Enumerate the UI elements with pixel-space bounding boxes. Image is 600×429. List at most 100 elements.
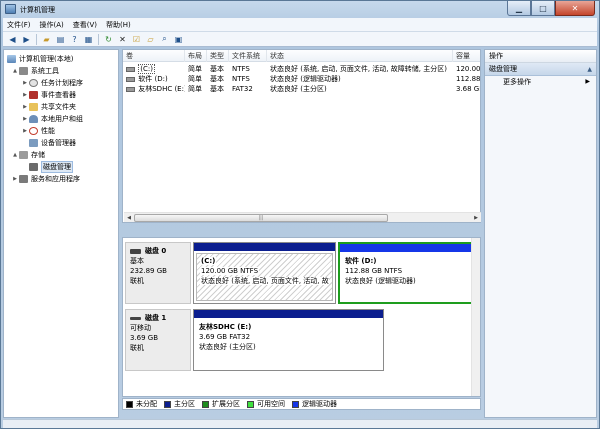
scroll-right-icon[interactable]: ▶ — [472, 214, 480, 222]
column-filesystem[interactable]: 文件系统 — [229, 50, 267, 62]
tree-item-event-viewer[interactable]: ▶ 事件查看器 — [22, 89, 76, 100]
collapse-icon[interactable]: ▲ — [12, 68, 18, 74]
actions-section-disk-management[interactable]: 磁盘管理 ▲ — [485, 63, 596, 76]
disk-state: 联机 — [130, 344, 144, 352]
volume-row[interactable]: 软件 (D:) 简单 基本 NTFS 状态良好 (逻辑驱动器) 112.88 — [123, 74, 480, 84]
actions-pane: 操作 磁盘管理 ▲ 更多操作 ▶ — [484, 49, 597, 418]
tree-item-task-scheduler[interactable]: ▶ 任务计划程序 — [22, 77, 83, 88]
partition-legend: 未分配 主分区 扩展分区 可用空间 逻辑驱动器 — [122, 398, 481, 410]
status-bar — [3, 419, 597, 428]
back-icon[interactable]: ◀ — [7, 34, 18, 45]
more-actions-item[interactable]: 更多操作 ▶ — [485, 76, 596, 88]
tree-item-device-manager[interactable]: 设备管理器 — [22, 137, 76, 148]
column-capacity[interactable]: 容量 — [453, 50, 480, 62]
tree-item-label: 设备管理器 — [41, 138, 76, 147]
disk-1-label[interactable]: 磁盘 1 可移动 3.69 GB 联机 — [125, 309, 191, 371]
expand-icon[interactable]: ▶ — [22, 116, 28, 122]
tree-item-services-apps[interactable]: ▶ 服务和应用程序 — [12, 173, 80, 184]
logical-drive-bar — [340, 244, 475, 252]
disk-0-label[interactable]: 磁盘 0 基本 232.89 GB 联机 — [125, 242, 191, 304]
open-folder-icon[interactable]: ▱ — [145, 34, 156, 45]
settings-icon[interactable]: ▣ — [173, 34, 184, 45]
tree-item-label: 计算机管理(本地) — [19, 54, 74, 63]
volume-status: 状态良好 (系统, 启动, 页面文件, 活动, 故障转储, 主分区) — [270, 65, 447, 73]
search-icon[interactable]: ⌕ — [159, 34, 170, 45]
tree-item-local-users[interactable]: ▶ 本地用户和组 — [22, 113, 83, 124]
legend-label: 未分配 — [136, 400, 157, 408]
partition-body: 软件 (D:) 112.88 GB NTFS 状态良好 (逻辑驱动器) — [342, 254, 473, 300]
disk-type: 基本 — [130, 257, 144, 265]
partition-c[interactable]: (C:) 120.00 GB NTFS 状态良好 (系统, 启动, 页面文件, … — [193, 242, 336, 304]
collapse-icon[interactable]: ▲ — [12, 152, 18, 158]
volume-capacity: 112.88 — [456, 75, 480, 83]
menu-help[interactable]: 帮助(H) — [106, 20, 131, 30]
title-bar[interactable]: 计算机管理 ▁ □ ✕ — [1, 1, 599, 18]
column-layout[interactable]: 布局 — [185, 50, 207, 62]
collapse-icon[interactable]: ▲ — [587, 63, 592, 76]
expand-icon[interactable]: ▶ — [12, 176, 18, 182]
expand-icon[interactable]: ▶ — [22, 92, 28, 98]
tree-item-label: 存储 — [31, 150, 45, 159]
volume-row[interactable]: 友林SDHC (E:) 简单 基本 FAT32 状态良好 (主分区) 3.68 … — [123, 84, 480, 94]
tree-item-system-tools[interactable]: ▲ 系统工具 — [12, 65, 59, 76]
partition-e[interactable]: 友林SDHC (E:) 3.69 GB FAT32 状态良好 (主分区) — [193, 309, 384, 371]
window-controls: ▁ □ ✕ — [507, 1, 595, 16]
tree-item-root[interactable]: 计算机管理(本地) — [6, 53, 73, 64]
services-icon — [19, 174, 28, 183]
tree-item-label: 系统工具 — [31, 66, 59, 75]
disk-check-icon[interactable]: ☑ — [131, 34, 142, 45]
disk-icon — [130, 316, 141, 320]
menu-action[interactable]: 操作(A) — [40, 20, 64, 30]
refresh-icon[interactable]: ↻ — [103, 34, 114, 45]
scrollbar-thumb[interactable]: ||| — [134, 214, 388, 222]
column-type[interactable]: 类型 — [207, 50, 229, 62]
minimize-button[interactable]: ▁ — [507, 1, 531, 16]
scroll-left-icon[interactable]: ◀ — [125, 214, 133, 222]
maximize-button[interactable]: □ — [531, 1, 555, 16]
up-folder-icon[interactable]: ▰ — [41, 34, 52, 45]
tools-icon — [19, 66, 28, 75]
expand-icon[interactable]: ▶ — [22, 80, 28, 86]
horizontal-scrollbar[interactable]: ◀ ||| ▶ — [124, 212, 481, 222]
tree-item-shared-folders[interactable]: ▶ 共享文件夹 — [22, 101, 76, 112]
volume-type: 基本 — [210, 65, 224, 73]
column-status[interactable]: 状态 — [267, 50, 453, 62]
users-icon — [29, 114, 38, 123]
tree-item-label: 本地用户和组 — [41, 114, 83, 123]
partition-body: (C:) 120.00 GB NTFS 状态良好 (系统, 启动, 页面文件, … — [196, 253, 333, 301]
volume-row[interactable]: (C:) 简单 基本 NTFS 状态良好 (系统, 启动, 页面文件, 活动, … — [123, 64, 480, 74]
drive-icon — [126, 66, 135, 72]
show-tree-icon[interactable]: ▤ — [55, 34, 66, 45]
volume-name-cell: 软件 (D:) — [123, 74, 185, 84]
primary-partition-bar — [194, 310, 383, 318]
forward-icon[interactable]: ▶ — [21, 34, 32, 45]
actions-header: 操作 — [485, 50, 596, 63]
tree-item-disk-management[interactable]: 磁盘管理 — [22, 160, 73, 173]
expand-icon[interactable]: ▶ — [22, 128, 28, 134]
legend-extended: 扩展分区 — [202, 399, 240, 409]
properties-icon[interactable]: ▦ — [83, 34, 94, 45]
partition-title: (C:) — [200, 256, 329, 266]
window-title: 计算机管理 — [20, 6, 55, 14]
legend-unallocated: 未分配 — [126, 399, 157, 409]
menu-view[interactable]: 查看(V) — [73, 20, 97, 30]
disk-name-row: 磁盘 1 — [130, 313, 190, 323]
vertical-scrollbar[interactable] — [471, 238, 480, 396]
delete-icon[interactable]: ✕ — [117, 34, 128, 45]
volume-type: 基本 — [210, 75, 224, 83]
legend-swatch — [247, 400, 254, 408]
tree-item-label: 服务和应用程序 — [31, 174, 80, 183]
partition-size: 3.69 GB FAT32 — [199, 333, 251, 341]
partition-d[interactable]: 软件 (D:) 112.88 GB NTFS 状态良好 (逻辑驱动器) — [338, 242, 477, 304]
tree-item-performance[interactable]: ▶ 性能 — [22, 125, 55, 136]
tree-item-storage[interactable]: ▲ 存储 — [12, 149, 45, 160]
volume-name: 友林SDHC (E:) — [138, 85, 185, 93]
close-button[interactable]: ✕ — [555, 1, 595, 16]
computer-icon — [7, 54, 16, 63]
expand-icon[interactable]: ▶ — [22, 104, 28, 110]
column-volume[interactable]: 卷 — [123, 50, 185, 62]
computer-management-window: 计算机管理 ▁ □ ✕ 文件(F) 操作(A) 查看(V) 帮助(H) ◀ ▶ … — [0, 0, 600, 429]
help-icon[interactable]: ? — [69, 34, 80, 45]
menu-file[interactable]: 文件(F) — [7, 20, 31, 30]
disk-name-row: 磁盘 0 — [130, 246, 190, 256]
